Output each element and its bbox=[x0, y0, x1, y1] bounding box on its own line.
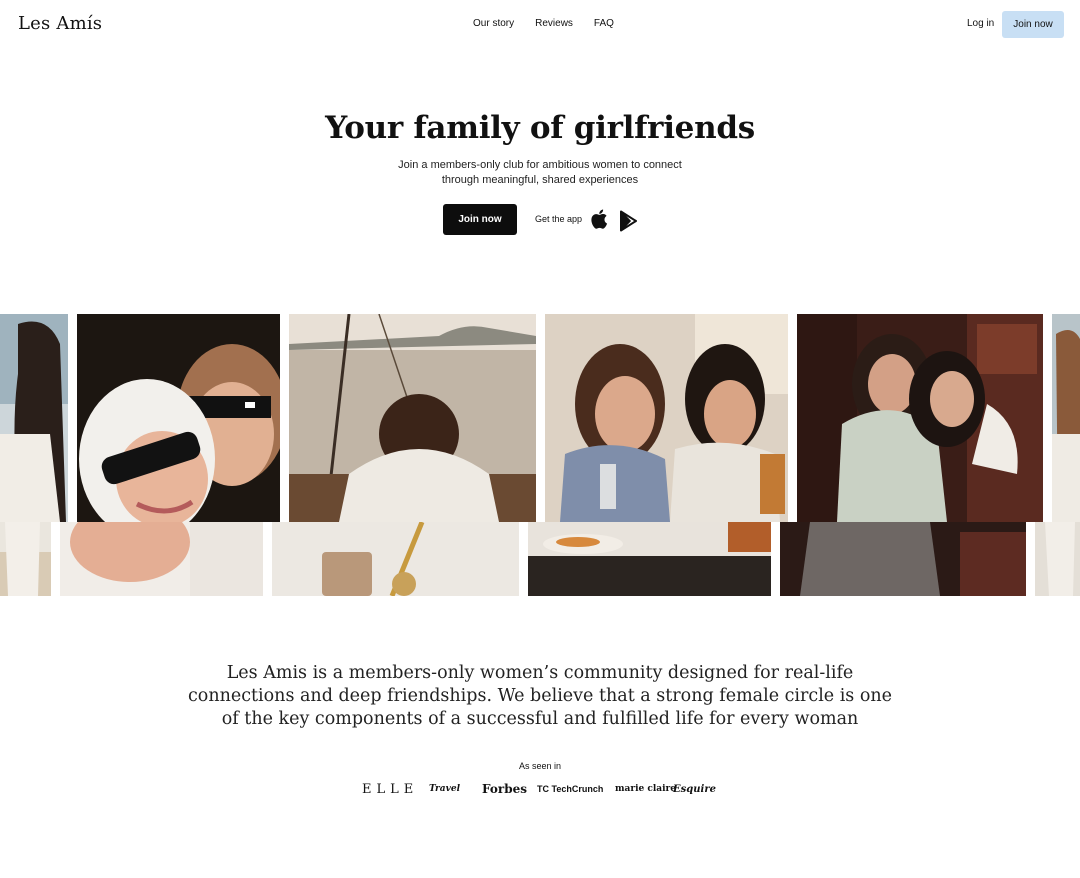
press-logos: ELLE Travel Forbes TC TechCrunch marie c… bbox=[0, 782, 1080, 802]
header-join-button[interactable]: Join now bbox=[1002, 11, 1064, 38]
get-app-label: Get the app bbox=[535, 214, 583, 224]
photo-gallery bbox=[0, 314, 1080, 596]
sailboat-photo bbox=[289, 314, 536, 522]
nav-reviews[interactable]: Reviews bbox=[535, 18, 573, 29]
hero-subtitle-line: through meaningful, shared experiences bbox=[441, 174, 639, 186]
beach-photo bbox=[0, 522, 51, 596]
as-seen-in-label: As seen in bbox=[518, 761, 562, 771]
travel-logo: Travel bbox=[429, 784, 460, 794]
beach-photo-right bbox=[1035, 522, 1080, 596]
apple-icon[interactable] bbox=[590, 208, 610, 230]
about-line: connections and deep friendships. We bel… bbox=[187, 686, 893, 706]
about-line: Les Amis is a members-only women’s commu… bbox=[226, 663, 854, 683]
about-line: of the key components of a successful an… bbox=[221, 709, 859, 729]
elle-logo: ELLE bbox=[362, 782, 419, 797]
techcrunch-mark: TC bbox=[537, 784, 552, 794]
hero-subtitle: Join a members-only club for ambitious w… bbox=[0, 158, 1080, 188]
beach-photo bbox=[0, 314, 68, 522]
marie-claire-logo: marie claire bbox=[615, 784, 676, 794]
nav-faq[interactable]: FAQ bbox=[594, 18, 614, 29]
friends-sunglasses-photo bbox=[77, 314, 280, 522]
friends-sunglasses-photo bbox=[60, 522, 263, 596]
site-header: Les Amís Our story Reviews FAQ Log in Jo… bbox=[0, 0, 1080, 50]
nav-our-story[interactable]: Our story bbox=[473, 18, 514, 29]
forbes-logo: Forbes bbox=[482, 782, 527, 796]
google-play-icon[interactable] bbox=[619, 210, 638, 232]
hero-subtitle-line: Join a members-only club for ambitious w… bbox=[398, 159, 682, 171]
site-logo[interactable]: Les Amís bbox=[18, 13, 102, 34]
login-link[interactable]: Log in bbox=[967, 18, 994, 29]
hero-join-button[interactable]: Join now bbox=[443, 204, 517, 235]
hug-photo bbox=[797, 314, 1043, 522]
sailboat-photo bbox=[272, 522, 519, 596]
dinner-photo bbox=[528, 522, 771, 596]
techcrunch-text: TechCrunch bbox=[551, 784, 604, 794]
esquire-logo: Esquire bbox=[673, 784, 716, 795]
techcrunch-logo: TC TechCrunch bbox=[537, 784, 603, 794]
beach-photo-right bbox=[1052, 314, 1080, 522]
about-statement: Les Amis is a members-only women’s commu… bbox=[0, 662, 1080, 731]
hug-photo bbox=[780, 522, 1026, 596]
hero-title: Your family of girlfriends bbox=[325, 110, 755, 146]
main-nav: Our story Reviews FAQ bbox=[473, 18, 614, 29]
dinner-photo bbox=[545, 314, 788, 522]
